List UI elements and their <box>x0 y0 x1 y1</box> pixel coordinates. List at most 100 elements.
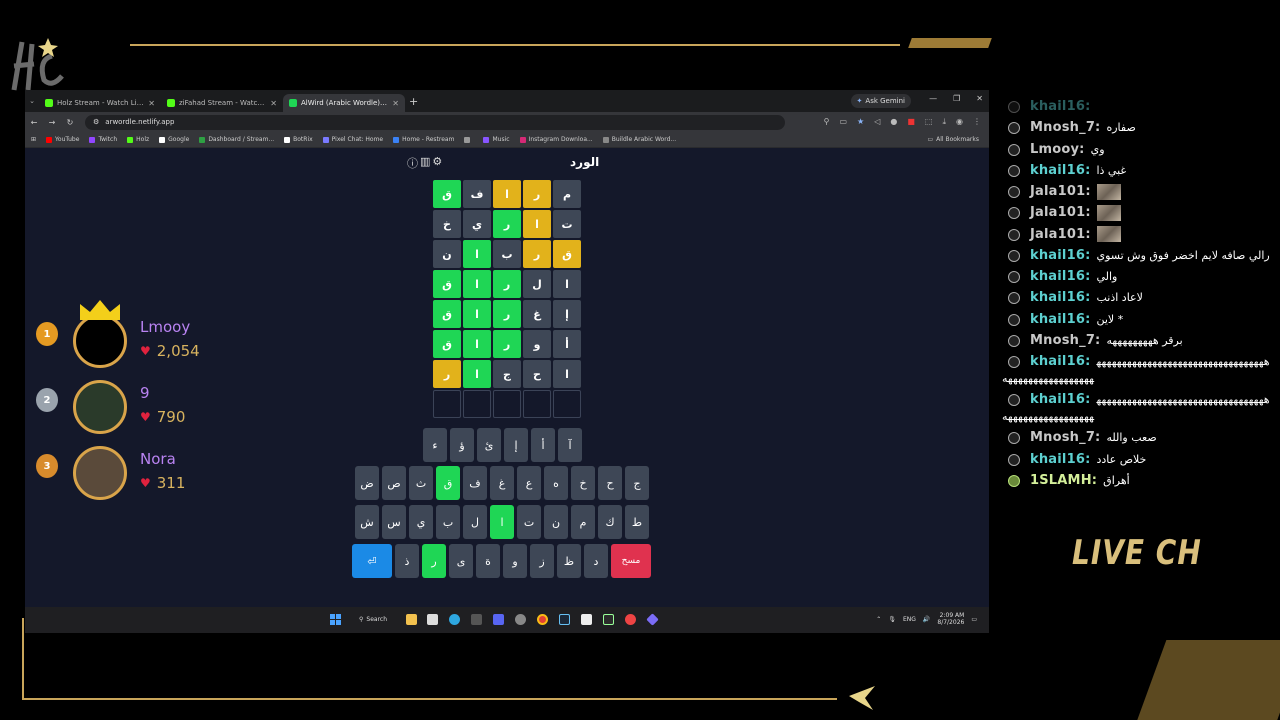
key[interactable]: د <box>584 544 608 578</box>
bookmark-item[interactable]: Pixel Chat: Home <box>322 136 383 143</box>
tab-close-icon[interactable]: ✕ <box>392 99 399 108</box>
address-bar[interactable]: ⚙ arwordle.netlify.app <box>85 114 785 130</box>
browser-tab[interactable]: ziFahad Stream - Watch Live on ✕ <box>161 94 283 112</box>
key[interactable]: ي <box>409 505 433 539</box>
ask-gemini-button[interactable]: ✦ Ask Gemini <box>850 94 911 108</box>
bookmark-item[interactable]: Google <box>159 136 189 143</box>
mute-icon[interactable]: ◁ <box>874 117 880 127</box>
key[interactable]: غ <box>490 466 514 500</box>
download-icon[interactable]: ⤓ <box>942 117 946 127</box>
taskbar-search[interactable]: ⚲ Search <box>355 613 399 626</box>
steam-icon[interactable] <box>559 614 570 625</box>
key[interactable]: ذ <box>395 544 419 578</box>
stats-icon[interactable]: ▥ <box>420 155 430 171</box>
notification-icon[interactable]: ▭ <box>971 616 977 623</box>
bookmark-item[interactable]: Buildle Arabic Word... <box>602 136 676 143</box>
tab-close-icon[interactable]: ✕ <box>270 99 277 108</box>
key[interactable]: ئ <box>477 428 501 462</box>
tray-chevron-icon[interactable]: ⌃ <box>876 616 881 623</box>
key[interactable]: ق <box>436 466 460 500</box>
key[interactable]: ج <box>625 466 649 500</box>
key[interactable]: خ <box>571 466 595 500</box>
tab-close-icon[interactable]: ✕ <box>148 99 155 108</box>
key[interactable]: ط <box>625 505 649 539</box>
menu-icon[interactable]: ⋮ <box>973 117 981 127</box>
capcut-icon[interactable] <box>581 614 592 625</box>
key[interactable]: ل <box>463 505 487 539</box>
key[interactable]: ؤ <box>450 428 474 462</box>
key[interactable]: ح <box>598 466 622 500</box>
key[interactable]: ف <box>463 466 487 500</box>
key[interactable]: ت <box>517 505 541 539</box>
site-info-icon[interactable]: ⚙ <box>93 118 99 126</box>
chrome-icon[interactable] <box>537 614 548 625</box>
bookmark-item[interactable]: Dashboard / Stream... <box>199 136 274 143</box>
cast-icon[interactable]: ▭ <box>839 117 847 127</box>
forward-button[interactable]: → <box>43 118 61 127</box>
bookmark-item[interactable]: Holz <box>127 136 149 143</box>
file-explorer-icon[interactable] <box>406 614 417 625</box>
obs-icon[interactable] <box>625 614 636 625</box>
reload-button[interactable]: ↻ <box>61 118 79 127</box>
close-window-button[interactable]: ✕ <box>976 94 983 103</box>
key[interactable]: ث <box>409 466 433 500</box>
key[interactable]: إ <box>504 428 528 462</box>
key[interactable]: ص <box>382 466 406 500</box>
volume-icon[interactable]: 🔊 <box>923 616 930 623</box>
extension-red-icon[interactable]: ■ <box>907 117 915 127</box>
enter-key[interactable]: ⏎ <box>352 544 392 578</box>
zoom-icon[interactable]: ⚲ <box>824 117 830 127</box>
key[interactable]: ر <box>422 544 446 578</box>
key[interactable]: ء <box>423 428 447 462</box>
discord-icon[interactable] <box>493 614 504 625</box>
edge-icon[interactable] <box>449 614 460 625</box>
key[interactable]: ش <box>355 505 379 539</box>
new-tab-button[interactable]: + <box>409 95 418 108</box>
key[interactable]: ض <box>355 466 379 500</box>
clock[interactable]: 2:09 AM 8/7/2026 <box>937 612 964 626</box>
browser-tab[interactable]: AlWird (Arabic Wordle) - الورد ✕ <box>283 94 405 112</box>
bookmark-item[interactable]: Twitch <box>89 136 117 143</box>
account-icon[interactable]: ◉ <box>956 117 963 127</box>
bookmark-item[interactable]: YouTube <box>46 136 79 143</box>
extensions-icon[interactable]: ⬚ <box>925 117 933 127</box>
key[interactable]: ز <box>530 544 554 578</box>
key[interactable]: س <box>382 505 406 539</box>
minimize-button[interactable]: — <box>929 94 937 103</box>
tab-search-icon[interactable]: ⌄ <box>25 97 39 105</box>
key[interactable]: ا <box>490 505 514 539</box>
profile-icon[interactable]: ● <box>890 117 897 127</box>
browser-tab[interactable]: Holz Stream - Watch Live on K✕ <box>39 94 161 112</box>
settings-icon[interactable] <box>515 614 526 625</box>
app-purple-icon[interactable] <box>646 613 659 626</box>
delete-key[interactable]: مسح <box>611 544 651 578</box>
key[interactable]: ة <box>476 544 500 578</box>
key[interactable]: أ <box>531 428 555 462</box>
start-button[interactable] <box>330 614 341 625</box>
bookmark-item[interactable]: BotRix <box>284 136 313 143</box>
key[interactable]: ه <box>544 466 568 500</box>
key[interactable]: آ <box>558 428 582 462</box>
bookmark-item[interactable]: Instagram Downloa... <box>519 136 593 143</box>
bookmark-item[interactable] <box>464 136 473 143</box>
key[interactable]: م <box>571 505 595 539</box>
key[interactable]: ى <box>449 544 473 578</box>
key[interactable]: ع <box>517 466 541 500</box>
key[interactable]: ب <box>436 505 460 539</box>
arc-icon[interactable] <box>603 614 614 625</box>
key[interactable]: و <box>503 544 527 578</box>
mic-icon[interactable]: 🎙 <box>888 616 896 623</box>
all-bookmarks[interactable]: ▭ All Bookmarks <box>927 136 979 143</box>
apps-icon[interactable]: ⊞ <box>31 136 36 143</box>
language-indicator[interactable]: ENG <box>903 616 916 623</box>
key[interactable]: ظ <box>557 544 581 578</box>
back-button[interactable]: ← <box>25 118 43 127</box>
bookmark-star-icon[interactable]: ★ <box>857 117 864 127</box>
settings-gear-icon[interactable]: ⚙ <box>432 155 442 171</box>
bookmark-item[interactable]: Music <box>483 136 510 143</box>
store-icon[interactable] <box>427 614 438 625</box>
bookmark-item[interactable]: Home - Restream <box>393 136 454 143</box>
key[interactable]: ن <box>544 505 568 539</box>
help-icon[interactable]: ⓘ <box>407 155 418 171</box>
app-icon[interactable] <box>471 614 482 625</box>
